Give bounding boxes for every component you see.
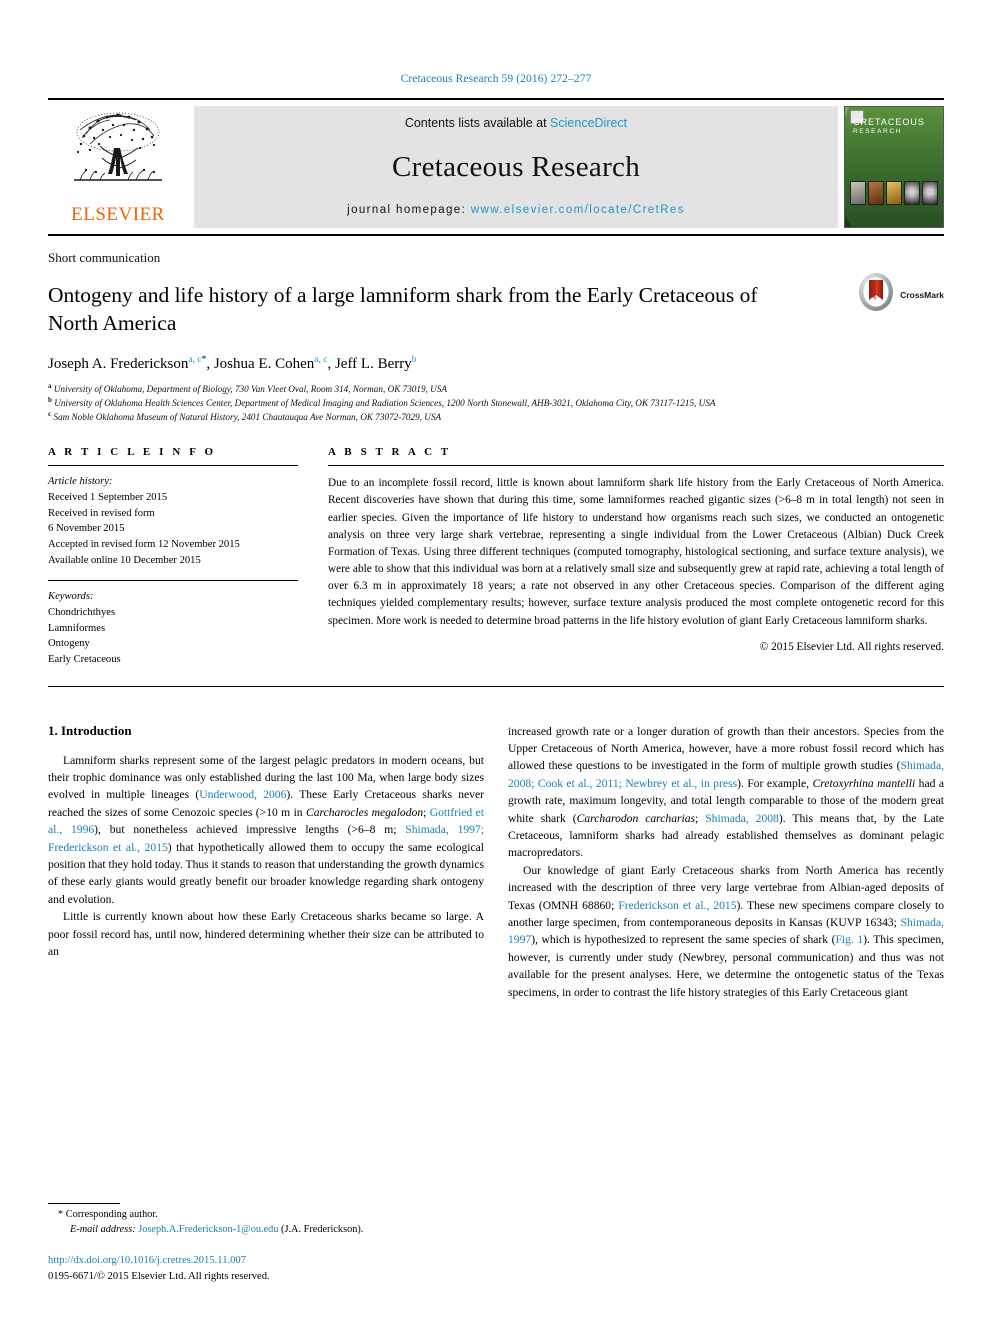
history-item: Accepted in revised form 12 November 201… [48,538,240,550]
crossmark-badge[interactable]: CrossMark [856,272,944,317]
affiliation-text: Sam Noble Oklahoma Museum of Natural His… [53,412,442,423]
author-name: Joshua E. Cohen [213,355,315,372]
body-columns: 1. Introduction Lamniform sharks represe… [48,723,944,1001]
cover-thumb-5 [922,181,938,205]
email-owner: (J.A. Frederickson). [281,1224,364,1236]
paragraph: increased growth rate or a longer durati… [508,724,945,860]
citation-link[interactable]: Frederickson et al., 2015 [618,899,736,912]
affiliation-text: University of Oklahoma Health Sciences C… [54,398,716,409]
article-history-group: Article history: Received 1 September 20… [48,466,298,568]
cover-thumb-4 [904,181,920,205]
affiliation-text: University of Oklahoma, Department of Bi… [53,383,448,394]
body-right-column: increased growth rate or a longer durati… [508,723,944,1001]
author-affil-marks[interactable]: b [412,355,417,365]
email-label: E-mail address: [70,1224,136,1236]
paragraph: Lamniform sharks represent some of the l… [48,753,484,906]
affiliation-item: c Sam Noble Oklahoma Museum of Natural H… [48,410,944,424]
keywords-label: Keywords: [48,591,94,603]
cover-title-sub: RESEARCH [853,128,902,136]
cover-title-text: CRETACEOUS RESEARCH [853,117,939,136]
affiliation-mark: a [48,381,52,390]
citation-link[interactable]: Shimada, 1997 [508,916,944,946]
affiliation-list: a University of Oklahoma, Department of … [48,382,944,424]
abstract-text: Due to an incomplete fossil record, litt… [328,477,944,627]
abstract-column: A B S T R A C T Due to an incomplete fos… [328,446,944,667]
email-link[interactable]: Joseph.A.Frederickson-1@ou.edu [138,1224,278,1235]
abstract-heading: A B S T R A C T [328,446,452,459]
email-note: E-mail address: Joseph.A.Frederickson-1@… [48,1223,468,1238]
author-affil-marks[interactable]: a, c [314,355,327,365]
article-info-heading: A R T I C L E I N F O [48,446,217,459]
keyword-item: Early Cretaceous [48,653,121,665]
keywords-group: Keywords: Chondrichthyes Lamniformes Ont… [48,581,298,667]
cover-thumb-2 [868,181,884,205]
sciencedirect-link[interactable]: ScienceDirect [550,116,627,130]
history-item: Received in revised form [48,507,155,519]
affiliation-mark: c [48,410,52,419]
citation-link[interactable]: Shimada, 2008 [705,812,779,825]
crossmark-icon [856,272,896,317]
footnote-rule [48,1203,120,1205]
corresponding-mark: * [58,1209,64,1221]
author-name: Jeff L. Berry [334,355,412,372]
masthead-center: Contents lists available at ScienceDirec… [194,106,838,228]
affiliation-item: b University of Oklahoma Health Sciences… [48,396,944,410]
elsevier-tree-icon [66,108,170,200]
info-abstract-section: A R T I C L E I N F O Article history: R… [48,446,944,687]
author-name: Joseph A. Frederickson [48,355,189,372]
crossmark-label: CrossMark [900,289,944,300]
corresponding-label: Corresponding author. [65,1209,158,1221]
citation-link[interactable]: Underwood, 2006 [199,788,286,801]
article-info-column: A R T I C L E I N F O Article history: R… [48,446,298,667]
paragraph: Our knowledge of giant Early Cretaceous … [508,863,945,999]
affiliation-item: a University of Oklahoma, Department of … [48,382,944,396]
citation-link[interactable]: Shimada, 1997; Frederickson et al., 2015 [48,823,484,853]
corresponding-author-note: * Corresponding author. [48,1208,468,1223]
issn-copyright-line: 0195-6671/© 2015 Elsevier Ltd. All right… [48,1271,270,1283]
running-head: Cretaceous Research 59 (2016) 272–277 [400,73,592,85]
history-item: Available online 10 December 2015 [48,554,201,566]
keyword-item: Ontogeny [48,638,90,650]
homepage-prefix: journal homepage: [347,204,471,216]
elsevier-logo: ELSEVIER [48,106,188,228]
cover-thumb-1 [850,181,866,205]
article-history-label: Article history: [48,476,113,488]
section-heading: 1. Introduction [48,722,132,738]
journal-title: Cretaceous Research [391,150,641,183]
elsevier-wordmark: ELSEVIER [71,204,165,225]
journal-cover-thumbnail: CRETACEOUS RESEARCH [844,106,944,228]
corresponding-author-mark[interactable]: * [202,355,207,365]
cover-title-main: CRETACEOUS [853,117,925,127]
page-title: Ontogeny and life history of a large lam… [48,283,758,335]
contents-available-line: Contents lists available at ScienceDirec… [405,116,627,130]
affiliation-mark: b [48,396,52,404]
abstract-copyright: © 2015 Elsevier Ltd. All rights reserved… [759,640,944,653]
doi-link[interactable]: http://dx.doi.org/10.1016/j.cretres.2015… [48,1253,468,1269]
body-left-column: 1. Introduction Lamniform sharks represe… [48,723,484,1001]
homepage-url-link[interactable]: www.elsevier.com/locate/CretRes [471,204,685,216]
journal-homepage-line: journal homepage: www.elsevier.com/locat… [347,204,685,216]
author-list: Joseph A. Fredericksona, c*, Joshua E. C… [48,354,417,372]
keyword-item: Chondrichthyes [48,606,116,618]
doi-block: http://dx.doi.org/10.1016/j.cretres.2015… [48,1253,468,1285]
article-type-label: Short communication [48,250,161,265]
journal-masthead: ELSEVIER Contents lists available at Sci… [48,98,944,236]
title-block: Short communication Ontogeny and life hi… [48,250,944,424]
history-item: Received 1 September 2015 [48,491,168,503]
figure-link[interactable]: Fig. 1 [835,933,863,946]
contents-prefix: Contents lists available at [404,116,551,130]
footnote-block: * Corresponding author. E-mail address: … [48,1203,468,1285]
author-affil-marks[interactable]: a, c [188,355,201,365]
history-item: 6 November 2015 [48,523,125,535]
cover-image-strip [850,181,938,205]
paragraph: Little is currently known about how thes… [48,910,484,958]
article-page: Cretaceous Research 59 (2016) 272–277 EL… [0,0,992,1323]
cover-thumb-3 [886,181,902,205]
keyword-item: Lamniformes [48,622,106,634]
